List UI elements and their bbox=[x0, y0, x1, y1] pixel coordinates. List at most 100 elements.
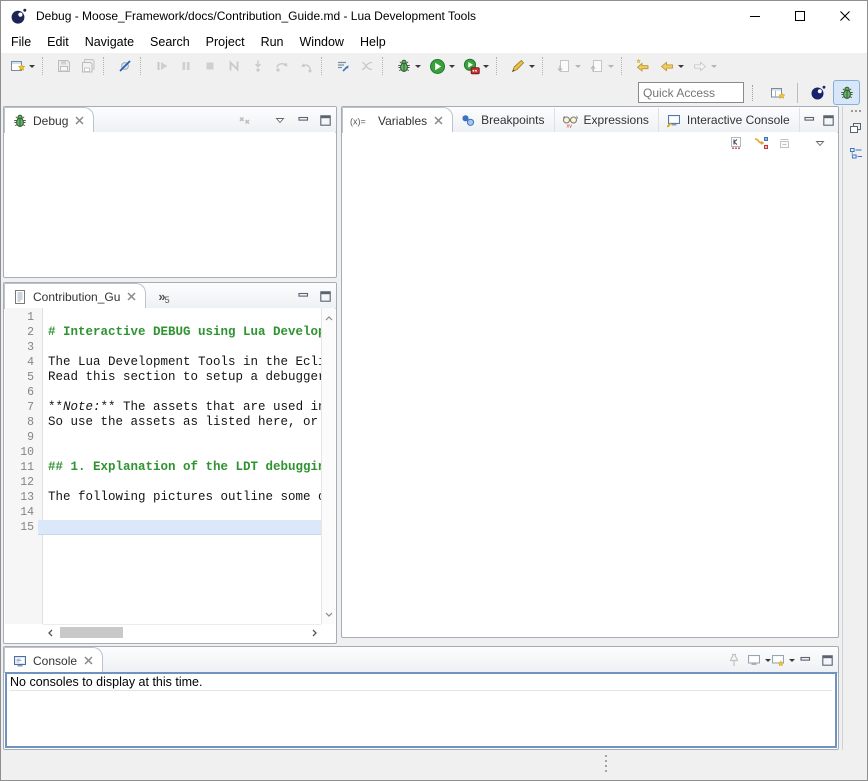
editor-line[interactable]: 4The Lua Development Tools in the Ecli bbox=[5, 355, 321, 370]
statusbar-drag-handle[interactable] bbox=[605, 755, 607, 772]
scrollbar-thumb[interactable] bbox=[60, 627, 123, 638]
pin-console-button[interactable] bbox=[723, 650, 745, 670]
editor-horizontal-scrollbar[interactable] bbox=[43, 624, 321, 641]
menu-navigate[interactable]: Navigate bbox=[77, 33, 142, 51]
dropdown-arrow-icon[interactable] bbox=[449, 65, 455, 68]
editor-line[interactable]: 5Read this section to setup a debugger bbox=[5, 370, 321, 385]
forward-button[interactable] bbox=[689, 54, 720, 78]
minimize-view-button[interactable] bbox=[795, 650, 815, 670]
terminate-button[interactable] bbox=[199, 54, 221, 78]
tab-expressions[interactable]: xyExpressions bbox=[555, 108, 659, 132]
previous-annotation-button[interactable] bbox=[586, 54, 617, 78]
close-tab-button[interactable] bbox=[84, 656, 93, 665]
next-annotation-button[interactable] bbox=[553, 54, 584, 78]
editor-content[interactable]: 12# Interactive DEBUG using Lua Develop3… bbox=[5, 308, 335, 642]
open-perspective-button[interactable] bbox=[764, 80, 791, 105]
dropdown-arrow-icon[interactable] bbox=[711, 65, 717, 68]
display-selected-console-button[interactable] bbox=[747, 650, 769, 670]
step-return-button[interactable] bbox=[295, 54, 317, 78]
maximize-view-button[interactable] bbox=[820, 110, 837, 130]
window-maximize-button[interactable] bbox=[777, 1, 822, 31]
scroll-up-icon[interactable] bbox=[322, 311, 336, 325]
lua-perspective-button[interactable] bbox=[804, 80, 831, 105]
save-button[interactable] bbox=[53, 54, 75, 78]
dropdown-arrow-icon[interactable] bbox=[483, 65, 489, 68]
editor-line[interactable]: 1 bbox=[5, 310, 321, 325]
close-tab-button[interactable] bbox=[434, 116, 443, 125]
step-filters-button[interactable] bbox=[356, 54, 378, 78]
step-into-button[interactable] bbox=[247, 54, 269, 78]
minimize-view-button[interactable] bbox=[293, 110, 313, 130]
dropdown-arrow-icon[interactable] bbox=[608, 65, 614, 68]
editor-line[interactable]: 7**Note:** The assets that are used in bbox=[5, 400, 321, 415]
scroll-right-icon[interactable] bbox=[307, 626, 321, 640]
editor-line[interactable]: 11## 1. Explanation of the LDT debuggin bbox=[5, 460, 321, 475]
coverage-launch-button[interactable] bbox=[460, 54, 492, 78]
tab-breakpoints[interactable]: Breakpoints bbox=[453, 108, 554, 132]
view-menu-button[interactable] bbox=[269, 110, 291, 130]
last-edit-location-button[interactable] bbox=[632, 54, 654, 78]
strip-drag-handle[interactable] bbox=[851, 110, 861, 112]
open-console-button[interactable] bbox=[771, 650, 793, 670]
dropdown-arrow-icon[interactable] bbox=[575, 65, 581, 68]
editor-line[interactable]: 12 bbox=[5, 475, 321, 490]
window-minimize-button[interactable] bbox=[732, 1, 777, 31]
dropdown-arrow-icon[interactable] bbox=[29, 65, 35, 68]
scroll-left-icon[interactable] bbox=[43, 626, 57, 640]
tab-debug[interactable]: Debug bbox=[4, 107, 94, 133]
editor-line[interactable]: 13The following pictures outline some o bbox=[5, 490, 321, 505]
outline-view-button[interactable] bbox=[846, 144, 866, 164]
debug-perspective-button[interactable] bbox=[833, 80, 860, 105]
suspend-button[interactable] bbox=[175, 54, 197, 78]
editor-line[interactable]: 2# Interactive DEBUG using Lua Develop bbox=[5, 325, 321, 340]
resume-button[interactable] bbox=[151, 54, 173, 78]
maximize-view-button[interactable] bbox=[817, 650, 837, 670]
editor-line[interactable]: 9 bbox=[5, 430, 321, 445]
editor-line[interactable]: 3 bbox=[5, 340, 321, 355]
run-launch-button[interactable] bbox=[426, 54, 458, 78]
menu-file[interactable]: File bbox=[3, 33, 39, 51]
step-over-button[interactable] bbox=[271, 54, 293, 78]
view-menu-button[interactable] bbox=[809, 133, 831, 153]
remove-all-terminated-button[interactable] bbox=[234, 110, 256, 130]
tab-console[interactable]: Console bbox=[4, 647, 103, 673]
save-all-button[interactable] bbox=[77, 54, 99, 78]
editor-vertical-scrollbar[interactable] bbox=[321, 308, 335, 624]
editor-line[interactable]: 14 bbox=[5, 505, 321, 520]
open-task-pen-button[interactable] bbox=[507, 54, 538, 78]
debug-launch-button[interactable] bbox=[393, 54, 424, 78]
hidden-editors-chevron[interactable]: »5 bbox=[158, 289, 169, 305]
editor-line[interactable]: 10 bbox=[5, 445, 321, 460]
minimize-view-button[interactable] bbox=[801, 110, 818, 130]
editor-text-area[interactable]: 12# Interactive DEBUG using Lua Develop3… bbox=[5, 308, 321, 624]
dropdown-arrow-icon[interactable] bbox=[789, 659, 795, 662]
scroll-down-icon[interactable] bbox=[322, 607, 336, 621]
restore-view-button[interactable] bbox=[846, 118, 866, 138]
quick-access-input[interactable] bbox=[638, 82, 744, 103]
back-button[interactable] bbox=[656, 54, 687, 78]
menu-project[interactable]: Project bbox=[198, 33, 253, 51]
use-step-filters-button[interactable] bbox=[332, 54, 354, 78]
disconnect-button[interactable] bbox=[223, 54, 245, 78]
window-close-button[interactable] bbox=[822, 1, 867, 31]
show-logical-structure-button[interactable] bbox=[750, 133, 772, 153]
menu-run[interactable]: Run bbox=[253, 33, 292, 51]
minimize-view-button[interactable] bbox=[293, 286, 313, 306]
maximize-view-button[interactable] bbox=[315, 286, 335, 306]
collapse-all-button[interactable] bbox=[774, 133, 796, 153]
tab-interactive-console[interactable]: Interactive Console bbox=[659, 108, 800, 132]
editor-line[interactable]: 6 bbox=[5, 385, 321, 400]
menu-edit[interactable]: Edit bbox=[39, 33, 77, 51]
skip-all-breakpoints-button[interactable] bbox=[114, 54, 136, 78]
menu-search[interactable]: Search bbox=[142, 33, 198, 51]
dropdown-arrow-icon[interactable] bbox=[529, 65, 535, 68]
editor-line[interactable]: 15 bbox=[5, 520, 321, 535]
tab-variables[interactable]: (x)=Variables bbox=[342, 107, 453, 133]
console-content[interactable]: No consoles to display at this time. bbox=[5, 672, 837, 748]
editor-line[interactable]: 8So use the assets as listed here, or bbox=[5, 415, 321, 430]
dropdown-arrow-icon[interactable] bbox=[415, 65, 421, 68]
dropdown-arrow-icon[interactable] bbox=[678, 65, 684, 68]
close-tab-button[interactable] bbox=[127, 292, 136, 301]
close-tab-button[interactable] bbox=[75, 116, 84, 125]
menu-window[interactable]: Window bbox=[292, 33, 352, 51]
